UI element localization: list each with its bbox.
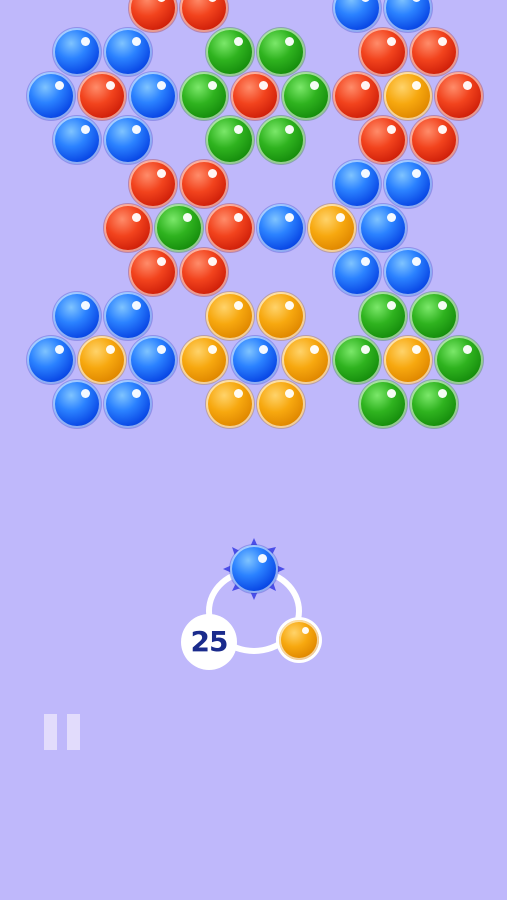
bubble-red <box>129 160 177 208</box>
bubble-red <box>180 248 228 296</box>
bubble-blue <box>129 336 177 384</box>
bubble-blue <box>52 292 101 340</box>
bubble-blue <box>129 72 177 120</box>
bubble-blue <box>52 380 101 428</box>
bubble-blue <box>52 116 101 164</box>
bubble-blue <box>384 0 432 32</box>
current-bubble-ball <box>230 545 278 593</box>
bubble-red <box>358 116 407 164</box>
bubble-blue <box>333 248 381 296</box>
bubble-green <box>205 28 254 76</box>
bubble-blue <box>27 72 75 120</box>
bubble-red <box>409 116 458 164</box>
bubble-blue <box>333 160 381 208</box>
next-bubble-ball <box>279 620 319 660</box>
bubble-blue <box>103 116 152 164</box>
pause-button[interactable] <box>40 710 86 754</box>
bubble-green <box>358 380 407 428</box>
bubble-blue <box>103 380 152 428</box>
bubble-blue <box>256 204 305 252</box>
bubble-blue <box>358 204 407 252</box>
bubble-red <box>78 72 126 120</box>
bubble-red <box>435 72 483 120</box>
bubble-grid <box>0 0 507 430</box>
bubble-red <box>129 248 177 296</box>
bubble-orange <box>384 336 432 384</box>
bubble-green <box>282 72 330 120</box>
bubble-green <box>358 292 407 340</box>
bubble-green <box>409 292 458 340</box>
bubble-green <box>180 72 228 120</box>
bubble-blue <box>103 28 152 76</box>
bubble-orange <box>180 336 228 384</box>
bubble-orange <box>282 336 330 384</box>
bubble-red <box>231 72 279 120</box>
bubble-green <box>256 116 305 164</box>
pause-icon <box>44 714 57 750</box>
bubble-red <box>333 72 381 120</box>
bubble-blue <box>384 248 432 296</box>
bubble-blue <box>52 28 101 76</box>
bubble-red <box>409 28 458 76</box>
bubble-blue <box>27 336 75 384</box>
bubble-green <box>154 204 203 252</box>
bubble-blue <box>103 292 152 340</box>
bubble-orange <box>307 204 356 252</box>
bubble-orange <box>384 72 432 120</box>
game-board[interactable]: 25 <box>0 0 507 900</box>
shots-remaining-counter: 25 <box>181 614 237 670</box>
bubble-orange <box>205 292 254 340</box>
bubble-red <box>129 0 177 32</box>
bubble-green <box>333 336 381 384</box>
bubble-red <box>205 204 254 252</box>
bubble-blue <box>384 160 432 208</box>
bubble-orange <box>256 292 305 340</box>
bubble-green <box>435 336 483 384</box>
bubble-orange <box>78 336 126 384</box>
bubble-red <box>180 0 228 32</box>
bubble-red <box>358 28 407 76</box>
pause-icon-bar <box>67 714 80 750</box>
bubble-orange <box>256 380 305 428</box>
bubble-green <box>256 28 305 76</box>
next-bubble[interactable] <box>279 620 319 660</box>
bubble-red <box>103 204 152 252</box>
current-bubble[interactable] <box>223 538 285 600</box>
bubble-red <box>180 160 228 208</box>
bubble-orange <box>205 380 254 428</box>
bubble-blue <box>231 336 279 384</box>
bubble-blue <box>333 0 381 32</box>
bubble-green <box>409 380 458 428</box>
bubble-green <box>205 116 254 164</box>
